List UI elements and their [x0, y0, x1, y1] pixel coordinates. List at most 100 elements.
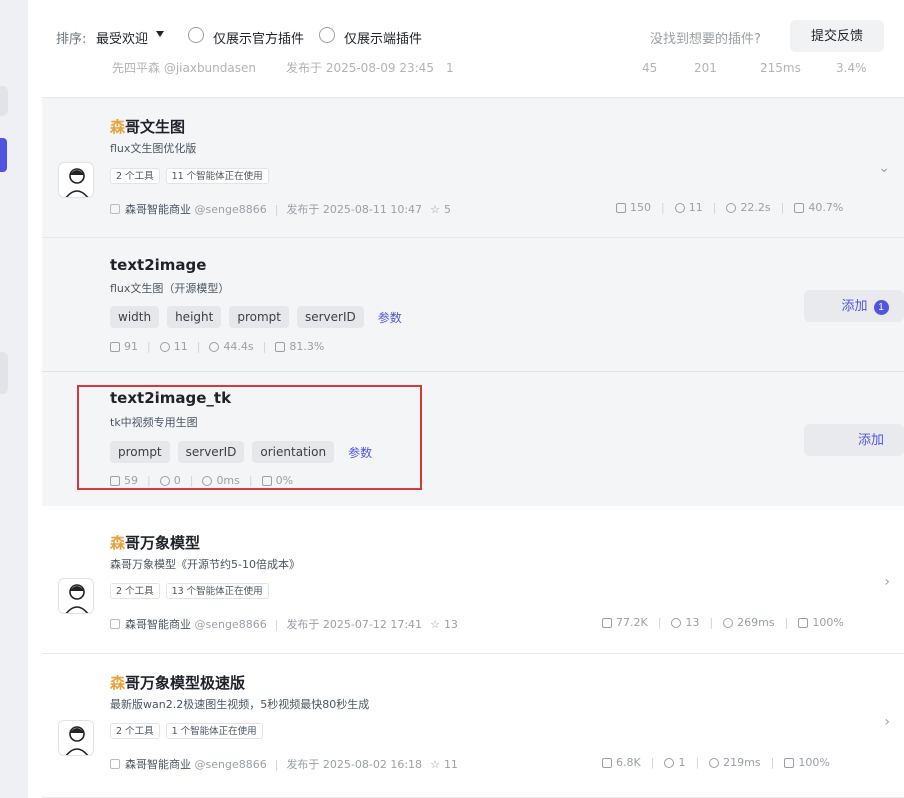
agents-count-badge: 1 个智能体正在使用 — [165, 723, 263, 739]
added-count-badge: 1 — [873, 300, 889, 315]
star-icon: ☆ — [430, 757, 440, 771]
agents-icon — [671, 617, 682, 628]
stat-calls: 150 — [630, 201, 651, 214]
caret-down-icon[interactable] — [156, 31, 164, 37]
plugin-description: 森哥万象模型《开源节约5-10倍成本》 — [110, 558, 300, 571]
stat-success: 81.3% — [289, 340, 325, 353]
stat-success: 100% — [798, 756, 830, 769]
tools-count-badge: 2 个工具 — [110, 168, 160, 184]
title-highlight: 森 — [110, 118, 126, 136]
plugin-card[interactable]: 森哥万象模型 森哥万象模型《开源节约5-10倍成本》 2 个工具 13 个智能体… — [42, 506, 904, 654]
plugin-title[interactable]: 森哥万象模型极速版 — [110, 672, 245, 693]
sidebar-tab[interactable] — [0, 86, 8, 116]
param-tag: width — [110, 306, 160, 328]
plugin-card-partial[interactable]: 先四平森 @jiaxbundasen 发布于 2025-08-09 23:45 … — [42, 62, 904, 98]
author-handle: @senge8866 — [194, 617, 267, 631]
badge-group: 2 个工具 13 个智能体正在使用 — [110, 583, 269, 599]
param-tag: prompt — [229, 306, 289, 328]
publish-date: 发布于 2025-07-12 17:41 — [286, 618, 423, 631]
author-name[interactable]: 森哥智能商业 — [125, 756, 191, 772]
clock-icon — [726, 202, 737, 213]
filter-bar: 排序: 最受欢迎 仅展示官方插件 仅展示端插件 没找到想要的插件? 提交反馈 — [28, 0, 904, 62]
clock-icon — [709, 757, 720, 768]
title-text: 哥文生图 — [125, 118, 186, 136]
not-found-hint: 没找到想要的插件? — [650, 32, 761, 47]
author-avatar-icon — [110, 619, 120, 629]
agents-icon — [664, 757, 675, 768]
title-text: 哥万象模型极速版 — [125, 674, 246, 692]
author-handle: @senge8866 — [194, 202, 267, 216]
star-icon: ☆ — [430, 202, 440, 216]
stat-calls: 91 — [124, 340, 138, 353]
plugin-stats: 150 | 11 | 22.2s | 40.7% — [616, 201, 843, 214]
highlight-annotation-box — [77, 385, 422, 490]
agents-count-badge: 11 个智能体正在使用 — [165, 168, 269, 184]
chevron-right-icon[interactable]: › — [884, 714, 890, 730]
stat-latency: 44.4s — [223, 340, 254, 353]
tool-row: text2image flux文生图（开源模型） width height pr… — [42, 238, 904, 372]
param-tag: height — [167, 306, 222, 328]
plugin-title[interactable]: 森哥万象模型 — [110, 532, 200, 553]
stat-success: 3.4% — [836, 62, 867, 75]
chevron-down-icon[interactable]: ⌄ — [878, 160, 890, 176]
plugin-meta: 森哥智能商业 @senge8866 | 发布于 2025-08-02 16:18… — [110, 756, 458, 772]
chevron-right-icon[interactable]: › — [884, 574, 890, 590]
badge-group: 2 个工具 1 个智能体正在使用 — [110, 723, 263, 739]
success-rate-icon — [784, 757, 795, 768]
plugin-stats: 6.8K | 1 | 219ms | 100% — [602, 756, 830, 769]
add-label: 添加 — [841, 298, 868, 313]
publish-date: 发布于 2025-08-11 10:47 — [286, 203, 423, 216]
avatar — [58, 720, 94, 756]
author-name[interactable]: 森哥智能商业 — [125, 201, 191, 217]
stat-latency: 215ms — [760, 62, 801, 75]
sort-dropdown[interactable]: 最受欢迎 — [96, 28, 148, 47]
stat-latency: 269ms — [737, 616, 775, 629]
star-icon: ☆ — [430, 617, 440, 631]
badge-group: 2 个工具 11 个智能体正在使用 — [110, 168, 269, 184]
publish-date: 发布于 2025-08-02 16:18 — [286, 758, 423, 771]
tool-stats: 91 | 11 | 44.4s | 81.3% — [110, 340, 324, 353]
sidebar-active-indicator — [0, 138, 7, 172]
author-avatar-icon — [110, 759, 120, 769]
stat-calls: 45 — [642, 62, 658, 75]
official-only-label[interactable]: 仅展示官方插件 — [213, 28, 304, 47]
left-sidebar — [0, 0, 28, 798]
plugin-meta: 森哥智能商业 @senge8866 | 发布于 2025-07-12 17:41… — [110, 616, 458, 632]
success-rate-icon — [798, 617, 809, 628]
params-link[interactable]: 参数 — [378, 309, 402, 326]
calls-icon — [602, 617, 612, 628]
author-name[interactable]: 森哥智能商业 — [125, 616, 191, 632]
tools-count-badge: 2 个工具 — [110, 583, 160, 599]
stat-agents: 13 — [685, 616, 700, 629]
stat-calls: 6.8K — [616, 756, 641, 769]
plugin-card[interactable]: 森哥文生图 flux文生图优化版 2 个工具 11 个智能体正在使用 森哥智能商… — [42, 98, 904, 238]
stat-agents: 1 — [678, 756, 686, 769]
stat-latency: 219ms — [723, 756, 761, 769]
sidebar-tab[interactable] — [0, 352, 8, 394]
client-only-radio[interactable] — [319, 27, 335, 43]
star-count: 11 — [443, 757, 458, 771]
success-rate-icon — [275, 341, 286, 352]
submit-feedback-button[interactable]: 提交反馈 — [790, 20, 884, 52]
star-count: 5 — [443, 202, 451, 216]
plugin-card[interactable]: 森哥万象模型极速版 最新版wan2.2极速图生视频，5秒视频最快80秒生成 2 … — [42, 654, 904, 798]
add-tool-button[interactable]: 添加 1 — [804, 290, 904, 322]
client-only-label[interactable]: 仅展示端插件 — [344, 28, 422, 47]
official-only-radio[interactable] — [188, 27, 204, 43]
calls-icon — [110, 341, 120, 352]
agents-count-badge: 13 个智能体正在使用 — [165, 583, 269, 599]
stat-latency: 22.2s — [740, 201, 771, 214]
avatar — [58, 162, 94, 198]
avatar — [58, 578, 94, 614]
plugin-title[interactable]: 森哥文生图 — [110, 116, 185, 137]
stat-agents: 11 — [688, 201, 703, 214]
tools-count-badge: 2 个工具 — [110, 723, 160, 739]
stat-calls: 77.2K — [616, 616, 648, 629]
plugin-stats: 77.2K | 13 | 269ms | 100% — [602, 616, 844, 629]
page: 排序: 最受欢迎 仅展示官方插件 仅展示端插件 没找到想要的插件? 提交反馈 先… — [0, 0, 904, 798]
author-avatar-icon — [110, 204, 120, 214]
agents-icon — [159, 341, 170, 352]
author-handle: @senge8866 — [194, 757, 267, 771]
add-tool-button[interactable]: 添加 — [804, 424, 904, 456]
stat-agents: 201 — [694, 62, 717, 75]
